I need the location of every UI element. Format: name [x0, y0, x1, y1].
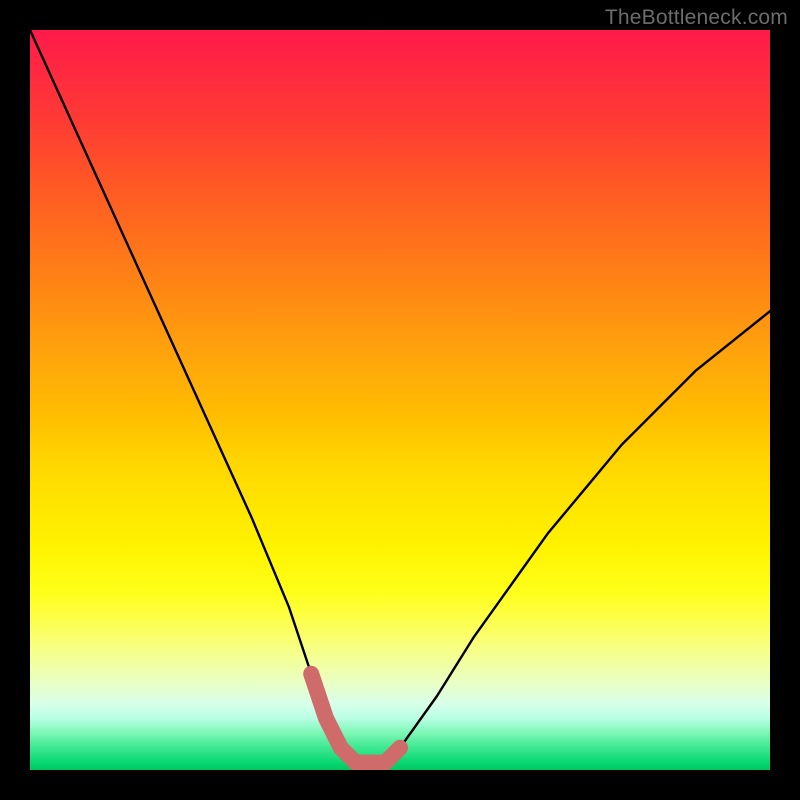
plot-area	[30, 30, 770, 770]
watermark-text: TheBottleneck.com	[605, 6, 788, 30]
chart-frame: TheBottleneck.com	[0, 0, 800, 800]
highlight-segment	[311, 674, 400, 763]
curve-svg	[30, 30, 770, 770]
bottleneck-curve	[30, 30, 770, 763]
